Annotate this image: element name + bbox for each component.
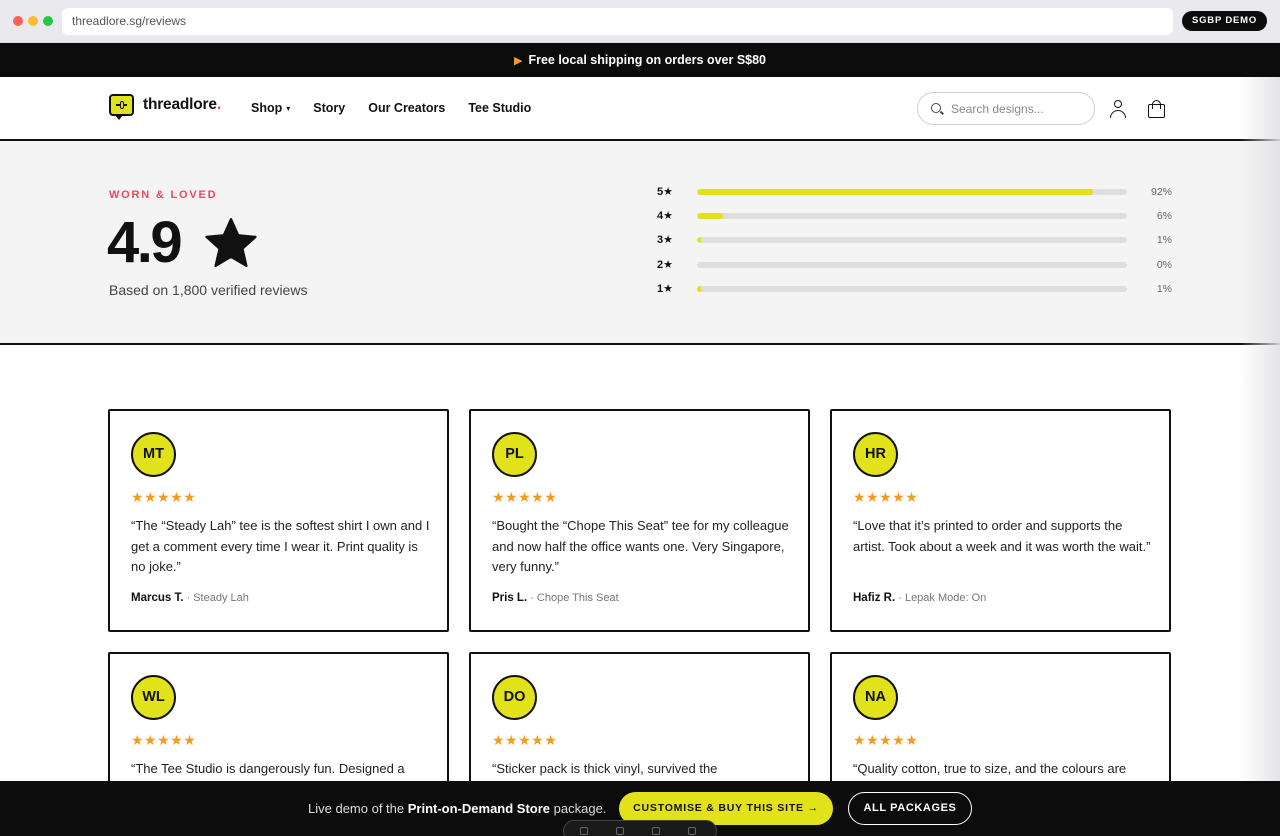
reviewer-byline: Pris L. · Chope This Seat (492, 592, 619, 604)
review-card: HR ★★★★★ “Love that it’s printed to order … (830, 409, 1171, 632)
account-icon[interactable] (1110, 100, 1126, 118)
browser-chrome: threadlore.sg/reviews SGBP DEMO (0, 0, 1280, 43)
rating-percent: 1% (1156, 234, 1172, 246)
star-rating: ★★★★★ (492, 732, 558, 748)
demo-badge: SGBP DEMO (1182, 11, 1267, 31)
rating-bar-fill (697, 286, 702, 292)
rating-percent: 6% (1156, 210, 1172, 222)
reviewer-name: Hafiz R. (853, 592, 896, 604)
address-bar[interactable]: threadlore.sg/reviews (62, 8, 1173, 35)
nav-tee-studio[interactable]: Tee Studio (468, 101, 531, 115)
reviewer-name: Marcus T. (131, 592, 184, 604)
rating-bar-fill (697, 237, 702, 243)
review-count: Based on 1,800 verified reviews (109, 282, 308, 298)
star-rating: ★★★★★ (131, 732, 197, 748)
rating-row: 2★ 0% (657, 258, 1172, 272)
star-rating: ★★★★★ (853, 732, 919, 748)
star-rating: ★★★★★ (853, 489, 919, 505)
rating-row: 4★ 6% (657, 209, 1172, 223)
avatar: HR (853, 432, 898, 477)
floating-dock[interactable] (563, 820, 717, 836)
rating-row: 5★ 92% (657, 185, 1172, 199)
rating-percent: 0% (1156, 259, 1172, 271)
section-eyebrow: WORN & LOVED (109, 189, 218, 201)
rating-percent: 92% (1150, 186, 1172, 198)
dock-app-icon[interactable] (580, 827, 588, 835)
rating-bar (697, 213, 1127, 219)
review-quote: “Bought the “Chope This Seat” tee for my… (492, 518, 789, 574)
rating-label: 2★ (657, 259, 673, 271)
reviewed-product: · Steady Lah (183, 592, 249, 604)
star-icon (205, 218, 257, 268)
truck-icon: ▶ (513, 55, 523, 67)
rating-bar (697, 286, 1127, 292)
all-packages-button[interactable]: ALL PACKAGES (848, 792, 972, 825)
review-quote: “Sticker pack is thick vinyl, survived t… (492, 761, 718, 776)
announcement-text: Free local shipping on orders over S$80 (528, 53, 767, 67)
rating-bar-fill (697, 213, 723, 219)
search-icon (931, 103, 941, 113)
review-quote: “The Tee Studio is dangerously fun. Desi… (131, 761, 405, 776)
rating-row: 1★ 1% (657, 282, 1172, 296)
rating-bar-fill (697, 189, 1093, 195)
rating-bar (697, 262, 1127, 268)
main-nav: Shop ▾ Story Our Creators Tee Studio (251, 101, 531, 115)
review-quote: “The “Steady Lah” tee is the softest shi… (131, 518, 430, 574)
rating-label: 3★ (657, 234, 673, 246)
reviewed-product: · Lepak Mode: On (895, 592, 987, 604)
star-rating: ★★★★★ (131, 489, 197, 505)
rating-label: 4★ (657, 210, 673, 222)
nav-story[interactable]: Story (313, 101, 345, 115)
rating-label: 1★ (657, 283, 673, 295)
review-quote: “Love that it’s printed to order and sup… (853, 518, 1151, 554)
brand-logo[interactable]: threadlore. (109, 94, 221, 120)
logo-mark-icon (109, 94, 134, 120)
reviewer-byline: Marcus T. · Steady Lah (131, 592, 249, 604)
brand-name: threadlore. (143, 96, 221, 113)
avatar: NA (853, 675, 898, 720)
rating-bar (697, 237, 1127, 243)
average-rating: 4.9 (107, 210, 183, 275)
nav-shop[interactable]: Shop ▾ (251, 101, 290, 115)
avatar: DO (492, 675, 537, 720)
rating-percent: 1% (1156, 283, 1172, 295)
avatar: WL (131, 675, 176, 720)
announcement-bar: ▶ Free local shipping on orders over S$80 (0, 43, 1280, 77)
rating-label: 5★ (657, 186, 673, 198)
reviewer-name: Pris L. (492, 592, 528, 604)
rating-row: 3★ 1% (657, 233, 1172, 247)
search-input[interactable] (951, 100, 1086, 118)
review-card: PL ★★★★★ “Bought the “Chope This Seat” tee… (469, 409, 810, 632)
review-quote: “Quality cotton, true to size, and the c… (853, 761, 1127, 776)
cart-icon[interactable] (1148, 100, 1165, 118)
site-header: threadlore. Shop ▾ Story Our Creators Tee… (0, 77, 1280, 141)
nav-our-creators[interactable]: Our Creators (368, 101, 445, 115)
chevron-down-icon: ▾ (286, 104, 291, 113)
promo-text: Live demo of the Print-on-Demand Store p… (308, 801, 607, 816)
review-card: MT ★★★★★ “The “Steady Lah” tee is the soft… (108, 409, 449, 632)
maximize-window-icon[interactable] (43, 16, 53, 26)
reviewer-byline: Hafiz R. · Lepak Mode: On (853, 592, 986, 604)
rating-summary: WORN & LOVED 4.9 Based on 1,800 verified… (0, 141, 1280, 345)
star-rating: ★★★★★ (492, 489, 558, 505)
dock-app-icon[interactable] (688, 827, 696, 835)
dock-app-icon[interactable] (652, 827, 660, 835)
rating-bar (697, 189, 1127, 195)
dock-app-icon[interactable] (616, 827, 624, 835)
search-box (917, 92, 1095, 125)
reviewed-product: · Chope This Seat (527, 592, 619, 604)
avatar: MT (131, 432, 176, 477)
close-window-icon[interactable] (13, 16, 23, 26)
minimize-window-icon[interactable] (28, 16, 38, 26)
avatar: PL (492, 432, 537, 477)
